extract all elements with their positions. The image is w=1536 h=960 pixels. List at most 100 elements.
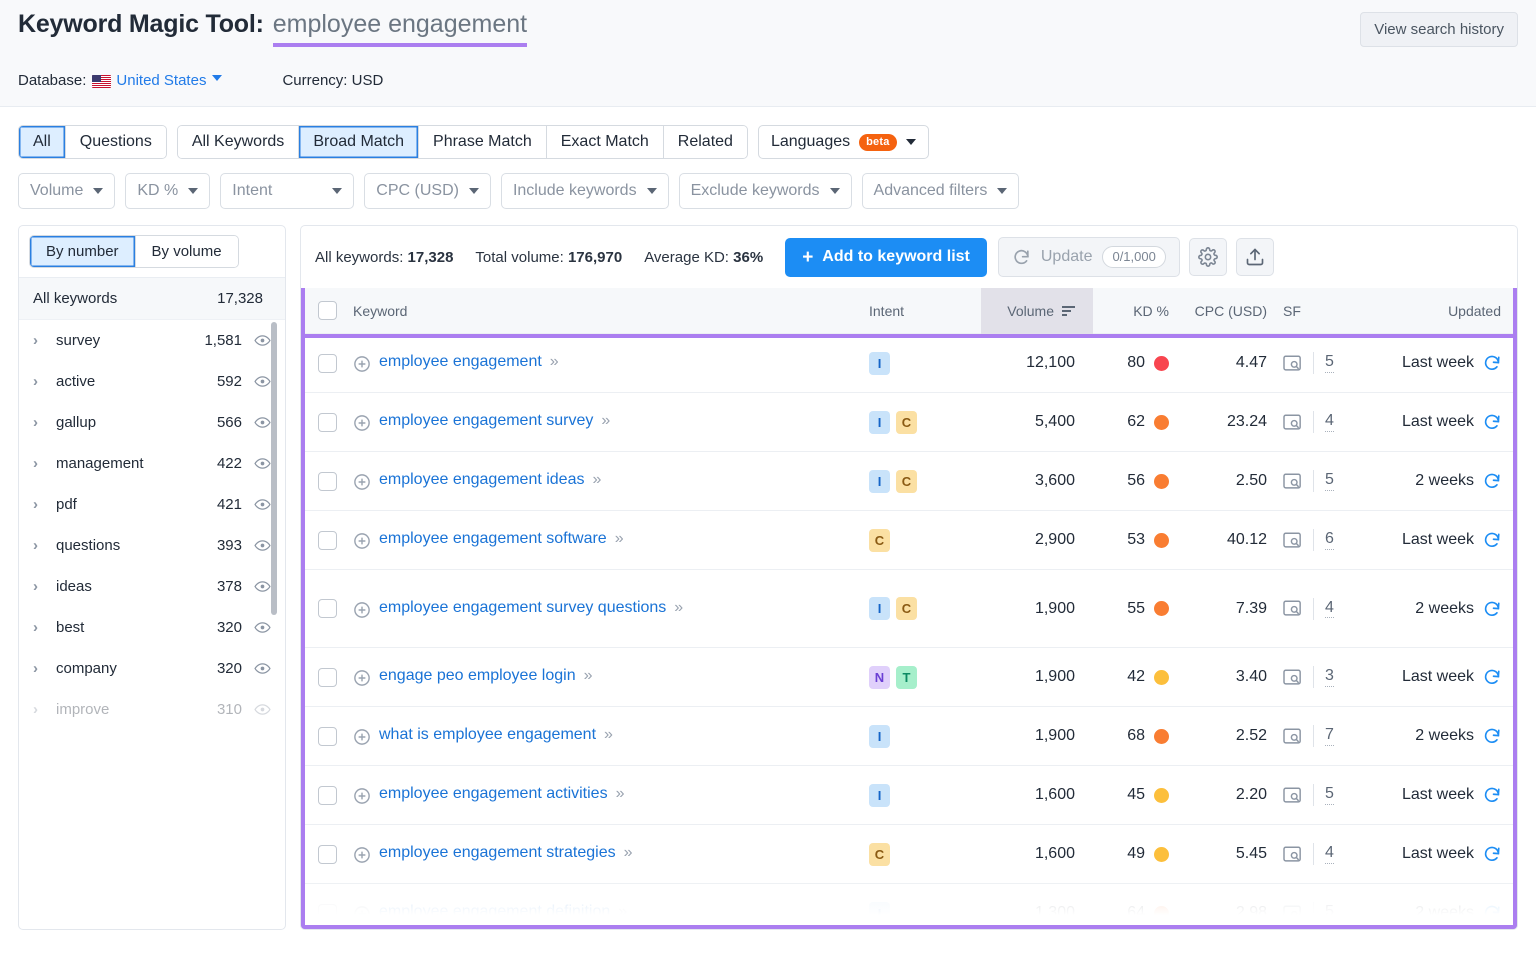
tab-exact-match[interactable]: Exact Match — [545, 126, 663, 158]
intent-badge-i[interactable]: I — [869, 901, 890, 925]
eye-icon[interactable] — [254, 660, 271, 677]
add-keyword-icon[interactable] — [353, 532, 371, 550]
filter-volume[interactable]: Volume — [18, 173, 116, 209]
add-keyword-icon[interactable] — [353, 414, 371, 432]
chevron-right-icon[interactable]: › — [33, 661, 47, 676]
view-search-history-button[interactable]: View search history — [1360, 12, 1518, 47]
eye-icon[interactable] — [254, 332, 271, 349]
keyword-expand-icon[interactable]: » — [616, 785, 625, 803]
eye-icon[interactable] — [254, 537, 271, 554]
chevron-down-icon[interactable] — [212, 75, 223, 82]
toggle-by-number[interactable]: By number — [30, 236, 135, 267]
sf-count[interactable]: 6 — [1325, 530, 1334, 550]
add-keyword-icon[interactable] — [353, 601, 371, 619]
sidebar-item-ideas[interactable]: › ideas 378 — [19, 566, 285, 607]
table-row[interactable]: employee engagement » I 12,100 80 4.47 5 Last w… — [301, 334, 1517, 393]
tab-questions[interactable]: Questions — [64, 126, 166, 158]
keyword-expand-icon[interactable]: » — [674, 599, 683, 617]
table-row[interactable]: employee engagement software » C 2,900 53 40.… — [301, 511, 1517, 570]
column-header-volume[interactable]: Volume — [981, 288, 1093, 334]
row-checkbox[interactable] — [317, 903, 337, 923]
serp-features-icon[interactable] — [1283, 532, 1302, 549]
sf-count[interactable]: 4 — [1325, 412, 1334, 432]
intent-badge-c[interactable]: C — [869, 842, 890, 866]
keyword-link[interactable]: employee engagement definition — [379, 903, 610, 921]
column-header-kd[interactable]: KD % — [1093, 303, 1173, 319]
database-selector[interactable]: United States — [116, 72, 206, 89]
serp-features-icon[interactable] — [1283, 787, 1302, 804]
chevron-right-icon[interactable]: › — [33, 620, 47, 635]
chevron-right-icon[interactable]: › — [33, 415, 47, 430]
intent-badge-n[interactable]: N — [869, 665, 890, 689]
row-checkbox[interactable] — [317, 530, 337, 550]
tab-related[interactable]: Related — [662, 126, 747, 158]
chevron-right-icon[interactable]: › — [33, 374, 47, 389]
filter-kd[interactable]: KD % — [125, 173, 211, 209]
update-button[interactable]: Update 0/1,000 — [997, 237, 1180, 277]
serp-features-icon[interactable] — [1283, 355, 1302, 372]
chevron-right-icon[interactable]: › — [33, 538, 47, 553]
refresh-icon[interactable] — [1483, 600, 1501, 618]
keyword-link[interactable]: what is employee engagement — [379, 726, 596, 744]
sf-count[interactable]: 5 — [1325, 353, 1334, 373]
sidebar-item-questions[interactable]: › questions 393 — [19, 525, 285, 566]
keyword-link[interactable]: employee engagement survey questions — [379, 599, 666, 617]
refresh-icon[interactable] — [1483, 354, 1501, 372]
serp-features-icon[interactable] — [1283, 414, 1302, 431]
keyword-link[interactable]: employee engagement strategies — [379, 844, 616, 862]
chevron-right-icon[interactable]: › — [33, 333, 47, 348]
serp-features-icon[interactable] — [1283, 600, 1302, 617]
refresh-icon[interactable] — [1483, 727, 1501, 745]
sf-count[interactable]: 5 — [1325, 785, 1334, 805]
chevron-right-icon[interactable]: › — [33, 702, 47, 717]
sf-count[interactable]: 4 — [1325, 844, 1334, 864]
eye-icon[interactable] — [254, 578, 271, 595]
tab-all-keywords[interactable]: All Keywords — [177, 126, 299, 158]
row-checkbox[interactable] — [317, 785, 337, 805]
intent-badge-i[interactable]: I — [869, 724, 890, 748]
row-checkbox[interactable] — [317, 726, 337, 746]
chevron-right-icon[interactable]: › — [33, 579, 47, 594]
keyword-expand-icon[interactable]: » — [584, 667, 593, 685]
table-row[interactable]: employee engagement ideas » I C 3,600 56 2.50 5… — [301, 452, 1517, 511]
add-keyword-icon[interactable] — [353, 669, 371, 687]
keyword-expand-icon[interactable]: » — [601, 412, 610, 430]
add-keyword-icon[interactable] — [353, 728, 371, 746]
table-row[interactable]: employee engagement strategies » C 1,600 49 5… — [301, 825, 1517, 884]
refresh-icon[interactable] — [1483, 845, 1501, 863]
chevron-right-icon[interactable]: › — [33, 456, 47, 471]
add-keyword-icon[interactable] — [353, 846, 371, 864]
add-keyword-icon[interactable] — [353, 905, 371, 923]
chevron-right-icon[interactable]: › — [33, 497, 47, 512]
keyword-link[interactable]: employee engagement software — [379, 530, 607, 548]
intent-badge-i[interactable]: I — [869, 597, 890, 620]
eye-icon[interactable] — [254, 414, 271, 431]
sidebar-scrollbar-track[interactable] — [271, 320, 281, 929]
keyword-link[interactable]: engage peo employee login — [379, 667, 576, 685]
sidebar-item-all-keywords[interactable]: All keywords 17,328 — [19, 278, 285, 320]
eye-icon[interactable] — [254, 701, 271, 718]
refresh-icon[interactable] — [1483, 904, 1501, 922]
refresh-icon[interactable] — [1483, 413, 1501, 431]
keyword-expand-icon[interactable]: » — [618, 903, 627, 921]
column-header-cpc[interactable]: CPC (USD) — [1173, 303, 1273, 319]
intent-badge-c[interactable]: C — [869, 528, 890, 552]
intent-badge-t[interactable]: T — [896, 665, 917, 689]
serp-features-icon[interactable] — [1283, 669, 1302, 686]
toggle-by-volume[interactable]: By volume — [134, 236, 238, 267]
export-button[interactable] — [1235, 238, 1274, 276]
select-all-checkbox[interactable] — [317, 301, 337, 320]
add-keyword-icon[interactable] — [353, 355, 371, 373]
sidebar-item-management[interactable]: › management 422 — [19, 443, 285, 484]
sf-count[interactable]: 5 — [1325, 471, 1334, 491]
sidebar-item-gallup[interactable]: › gallup 566 — [19, 402, 285, 443]
keyword-link[interactable]: employee engagement activities — [379, 785, 608, 803]
tab-broad-match[interactable]: Broad Match — [298, 126, 419, 158]
languages-dropdown[interactable]: Languages beta — [757, 125, 929, 159]
refresh-icon[interactable] — [1483, 668, 1501, 686]
column-header-intent[interactable]: Intent — [869, 303, 981, 319]
table-row[interactable]: employee engagement activities » I 1,600 45 2… — [301, 766, 1517, 825]
refresh-icon[interactable] — [1483, 786, 1501, 804]
row-checkbox[interactable] — [317, 599, 337, 618]
refresh-icon[interactable] — [1483, 531, 1501, 549]
